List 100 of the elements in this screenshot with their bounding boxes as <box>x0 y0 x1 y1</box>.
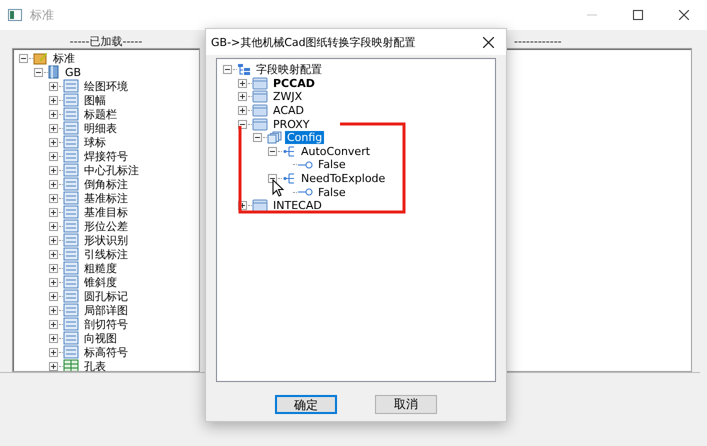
expand-toggle[interactable] <box>49 138 58 146</box>
expand-toggle[interactable] <box>49 236 58 244</box>
expand-toggle[interactable] <box>49 334 58 342</box>
collapse-toggle[interactable] <box>19 54 28 62</box>
collapse-toggle[interactable] <box>268 174 277 184</box>
app-icon <box>8 9 22 21</box>
expand-toggle[interactable] <box>238 78 247 88</box>
expand-toggle[interactable] <box>49 82 58 90</box>
expand-toggle[interactable] <box>49 208 58 216</box>
cancel-button[interactable]: 取消 <box>375 395 437 414</box>
tree-item[interactable]: 中心孔标注 <box>82 164 141 176</box>
expand-toggle[interactable] <box>49 306 58 314</box>
tree-item[interactable]: Config <box>285 131 324 144</box>
tree-item[interactable]: 字段映射配置 <box>254 63 324 76</box>
expand-toggle[interactable] <box>49 362 58 370</box>
expand-toggle[interactable] <box>238 106 247 116</box>
tree-item[interactable]: 焊接符号 <box>82 150 130 162</box>
node-icon <box>63 93 79 107</box>
key-icon <box>297 160 313 170</box>
tree-item[interactable]: PCCAD <box>271 76 317 90</box>
tree-item[interactable]: 剖切符号 <box>82 318 130 330</box>
tree-item[interactable]: PROXY <box>271 118 312 131</box>
expand-toggle[interactable] <box>49 264 58 272</box>
tree-item[interactable]: ZWJX <box>271 90 304 104</box>
tree-item[interactable]: 孔表 <box>82 360 108 371</box>
node-icon <box>63 233 79 247</box>
tree-item[interactable]: 局部详图 <box>82 304 130 316</box>
tree-item[interactable]: AutoConvert <box>299 144 372 158</box>
node-icon <box>63 163 79 177</box>
node-icon <box>63 135 79 149</box>
node-icon <box>63 107 79 121</box>
window-title: 标准 <box>30 6 54 24</box>
expand-toggle[interactable] <box>49 180 58 188</box>
tree-item[interactable]: 明细表 <box>82 122 119 134</box>
expand-toggle[interactable] <box>49 250 58 258</box>
panel-icon <box>252 90 268 104</box>
tree-item[interactable]: 绘图环境 <box>82 80 130 92</box>
tree-item[interactable]: 向视图 <box>82 332 119 344</box>
expand-toggle[interactable] <box>49 152 58 160</box>
collapse-toggle[interactable] <box>34 68 43 76</box>
expand-toggle[interactable] <box>49 124 58 132</box>
node-icon <box>63 177 79 191</box>
tree-item[interactable]: 标题栏 <box>82 108 119 120</box>
branch-icon <box>282 144 296 158</box>
expand-toggle[interactable] <box>49 222 58 230</box>
dialog-title: GB->其他机械Cad图纸转换字段映射配置 <box>211 34 416 50</box>
tree-item[interactable]: NeedToExplode <box>299 172 388 186</box>
node-icon <box>63 331 79 345</box>
node-icon <box>63 247 79 261</box>
group-label: -----已加载----- <box>70 36 142 48</box>
tree-item[interactable]: 倒角标注 <box>82 178 130 190</box>
tree-item[interactable]: 球标 <box>82 136 108 148</box>
expand-toggle[interactable] <box>49 278 58 286</box>
key-icon <box>297 187 313 198</box>
node-icon <box>63 261 79 275</box>
tree-item[interactable]: 圆孔标记 <box>82 290 130 302</box>
tree-item[interactable]: GB <box>63 66 84 78</box>
collapse-toggle[interactable] <box>238 120 247 129</box>
expand-toggle[interactable] <box>238 92 247 102</box>
expand-toggle[interactable] <box>49 320 58 328</box>
close-icon <box>679 10 689 20</box>
group-label: ------------ <box>514 36 562 48</box>
pages-icon <box>267 131 282 144</box>
collapse-toggle[interactable] <box>223 65 232 74</box>
expand-toggle[interactable] <box>49 110 58 118</box>
cursor-icon <box>272 179 284 197</box>
tree-item[interactable]: False <box>316 186 348 199</box>
tree-item[interactable]: 基准目标 <box>82 206 130 218</box>
ok-button[interactable]: 确定 <box>275 395 337 414</box>
panel-icon <box>252 104 268 118</box>
tree-item[interactable]: 粗糙度 <box>82 262 119 274</box>
tree-item[interactable]: 锥斜度 <box>82 276 119 288</box>
tree-item[interactable]: 标高符号 <box>82 346 130 358</box>
expand-toggle[interactable] <box>49 348 58 356</box>
tree-item[interactable]: 基准标注 <box>82 192 130 204</box>
collapse-toggle[interactable] <box>253 133 262 142</box>
node-icon <box>63 191 79 205</box>
expand-toggle[interactable] <box>49 166 58 174</box>
node-icon <box>63 317 79 331</box>
tree-item[interactable]: 图幅 <box>82 94 108 106</box>
node-icon <box>63 303 79 317</box>
tree-item[interactable]: ACAD <box>271 104 306 118</box>
panel-icon <box>252 76 268 90</box>
tree-icon <box>237 63 251 76</box>
expand-toggle[interactable] <box>49 194 58 202</box>
expand-toggle[interactable] <box>49 96 58 104</box>
tree-item[interactable]: 标准 <box>51 52 77 64</box>
collapse-toggle[interactable] <box>268 146 277 156</box>
maximize-icon <box>633 10 643 20</box>
expand-toggle[interactable] <box>49 292 58 300</box>
tree-item[interactable]: 引线标注 <box>82 248 130 260</box>
close-icon <box>482 36 494 48</box>
tree-item[interactable]: False <box>316 158 348 172</box>
node-icon <box>63 289 79 303</box>
branch-icon <box>282 172 296 186</box>
tree-item[interactable]: INTECAD <box>271 199 324 212</box>
panel-icon <box>252 118 268 131</box>
node-icon <box>63 121 79 135</box>
tree-item[interactable]: 形位公差 <box>82 220 130 232</box>
tree-item[interactable]: 形状识别 <box>82 234 130 246</box>
